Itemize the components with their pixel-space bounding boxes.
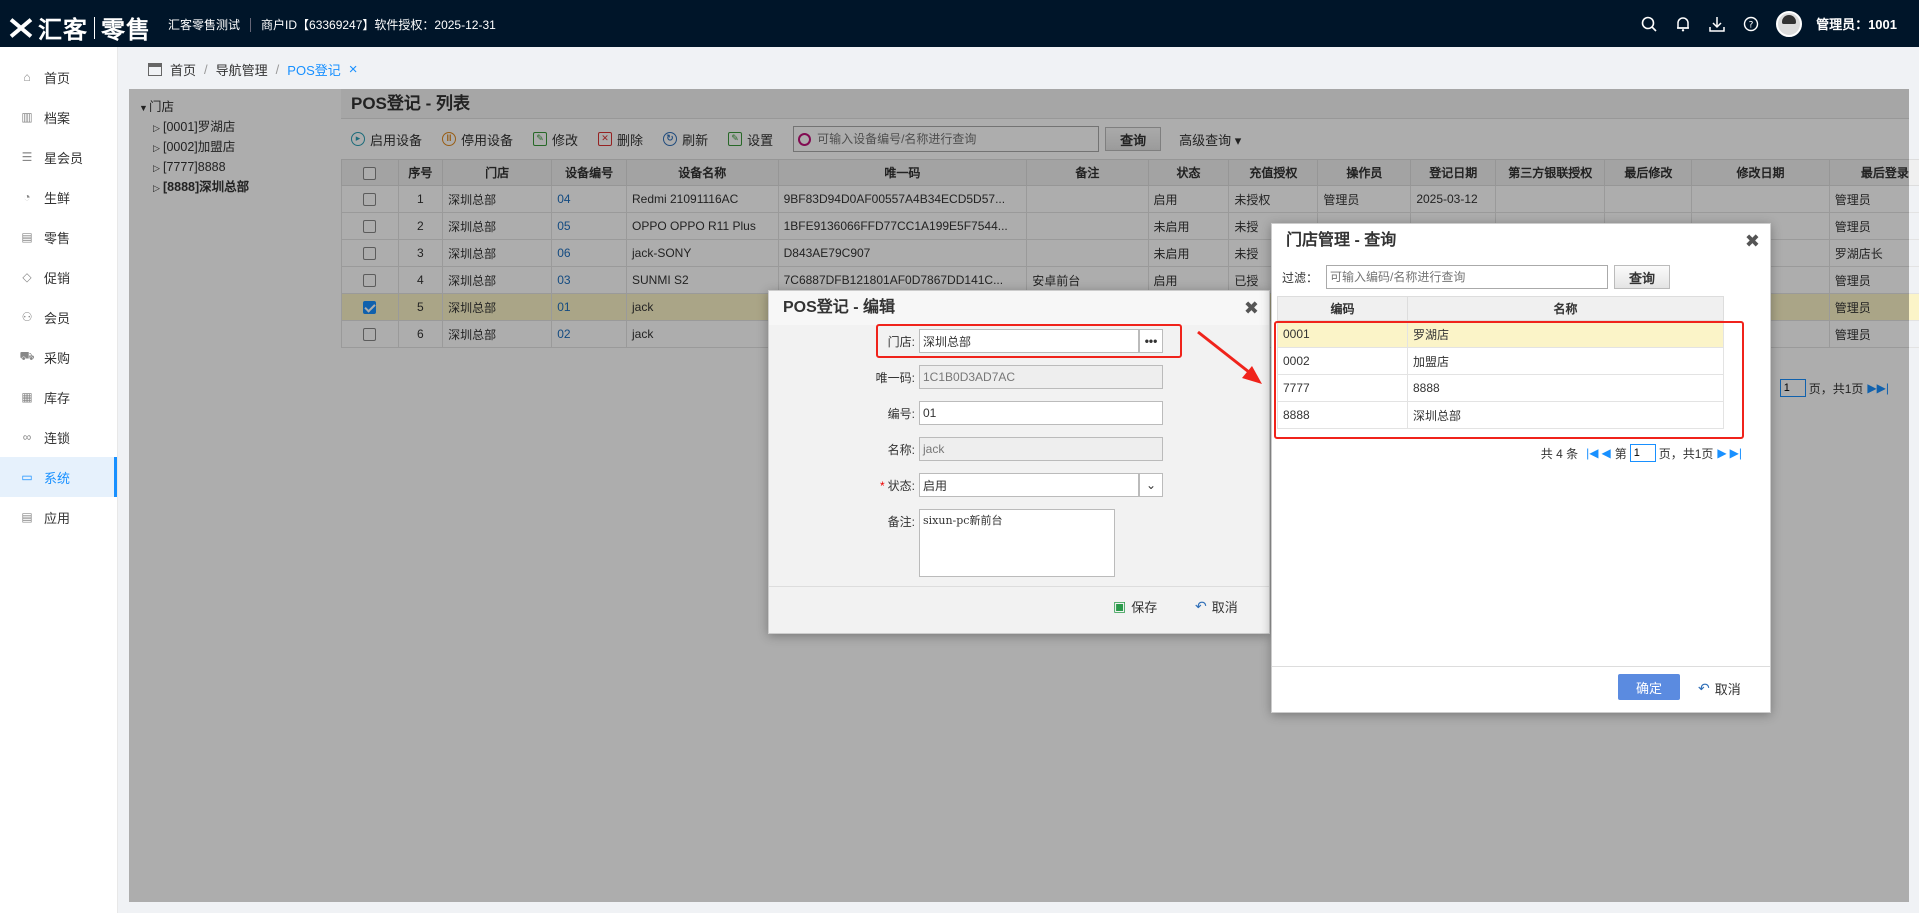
prev-page-icon[interactable]: ◀: [1601, 446, 1610, 460]
cancel-button[interactable]: ↶ 取消: [1195, 597, 1238, 616]
sidebar-item-9[interactable]: ∞ 连锁: [0, 417, 117, 457]
breadcrumb: 首页 / 导航管理 / POS登记 ×: [118, 47, 1919, 91]
sidebar-item-label: 会员: [44, 310, 71, 326]
query-page-input[interactable]: [1629, 444, 1656, 462]
undo-icon: ↶: [1195, 598, 1207, 614]
sidebar-item-label: 系统: [44, 470, 71, 486]
breadcrumb-home[interactable]: 首页: [170, 60, 196, 79]
svg-text:?: ?: [1749, 20, 1754, 30]
archive-icon: ▥: [21, 110, 33, 124]
sidebar-item-label: 生鲜: [44, 190, 71, 206]
sidebar-item-7[interactable]: ⛟ 采购: [0, 337, 117, 377]
sidebar-item-3[interactable]: ◔ 生鲜: [0, 177, 117, 217]
store-name: 汇客零售测试: [168, 18, 241, 32]
fresh-icon: ◔: [23, 190, 31, 204]
help-icon[interactable]: ?: [1741, 14, 1761, 34]
filter-input[interactable]: [1326, 265, 1608, 289]
search-icon[interactable]: [1639, 14, 1659, 34]
remark-textarea[interactable]: sixun-pc新前台: [919, 509, 1115, 577]
sidebar-item-1[interactable]: ▥ 档案: [0, 97, 117, 137]
logo: 汇客 零售: [8, 10, 151, 45]
remark-label: 备注:: [887, 515, 915, 529]
logo-mark-icon: [8, 17, 34, 39]
status-select[interactable]: 启用: [919, 473, 1139, 497]
sidebar-item-2[interactable]: ☰ 星会员: [0, 137, 117, 177]
status-label: 状态:: [887, 478, 915, 493]
cart-icon: ⛟: [19, 349, 35, 363]
sidebar-item-label: 采购: [44, 350, 71, 366]
sidebar-item-8[interactable]: ▦ 库存: [0, 377, 117, 417]
sidebar-item-label: 库存: [44, 390, 71, 406]
required-mark: *: [879, 478, 885, 493]
code-field[interactable]: 01: [919, 401, 1163, 425]
sidebar-item-0[interactable]: ⌂ 首页: [0, 57, 117, 97]
merchant-info: 汇客零售测试 商户ID【63369247】软件授权：2025-12-31: [168, 16, 496, 33]
store-field-highlight: [876, 324, 1182, 358]
name-field: jack: [919, 437, 1163, 461]
sidebar-item-6[interactable]: ⚇ 会员: [0, 297, 117, 337]
sidebar: ⌂ 首页 ▥ 档案 ☰ 星会员 ◔ 生鲜 ▤ 零售 ◇ 促销 ⚇ 会员 ⛟ 采购 ▦ 库存 ∞ 连锁 ▭ 系统 ▤ 应用: [0, 47, 118, 913]
chevron-down-icon[interactable]: ⌄: [1139, 473, 1163, 497]
monitor-icon: ▭: [21, 470, 33, 484]
confirm-button[interactable]: 确定: [1618, 674, 1680, 700]
query-dialog-title: 门店管理 - 查询 ✖: [1272, 224, 1770, 258]
sidebar-item-label: 连锁: [44, 430, 71, 446]
save-button[interactable]: ▣ 保存: [1113, 597, 1157, 616]
query-cancel-button[interactable]: ↶ 取消: [1698, 679, 1741, 698]
sidebar-item-label: 零售: [44, 230, 71, 246]
home-icon[interactable]: [148, 62, 162, 76]
query-pager: 共 4 条 |◀ ◀ 第 页，共1页 ▶ ▶|: [1541, 444, 1742, 462]
uid-label: 唯一码:: [875, 370, 915, 385]
close-icon[interactable]: ✖: [1244, 291, 1259, 325]
top-icons: ? 管理员：1001: [1632, 0, 1919, 47]
save-icon: ▣: [1113, 598, 1127, 614]
edit-dialog-title: POS登记 - 编辑 ✖: [769, 291, 1269, 325]
top-bar: 汇客 零售 汇客零售测试 商户ID【63369247】软件授权：2025-12-…: [0, 0, 1919, 47]
avatar[interactable]: [1776, 10, 1803, 37]
next-page-icon[interactable]: ▶: [1717, 446, 1726, 460]
name-label: 名称:: [887, 442, 915, 457]
store-query-dialog: 门店管理 - 查询✖ 过滤： 查询 编码名称0001罗湖店0002加盟店7777…: [1271, 223, 1771, 713]
breadcrumb-nav[interactable]: 导航管理: [216, 60, 268, 79]
filter-label: 过滤：: [1282, 270, 1319, 285]
home-icon: ⌂: [23, 70, 31, 84]
filter-query-button[interactable]: 查询: [1614, 265, 1671, 289]
star-member-icon: ☰: [21, 150, 33, 164]
sidebar-item-label: 星会员: [44, 150, 84, 166]
code-label: 编号:: [887, 406, 915, 421]
warehouse-icon: ▦: [21, 390, 33, 404]
sidebar-item-label: 首页: [44, 70, 71, 86]
close-tab-icon[interactable]: ×: [349, 61, 358, 78]
admin-label[interactable]: 管理员：1001: [1816, 14, 1897, 33]
last-page-icon[interactable]: ▶|: [1730, 446, 1742, 460]
member-icon: ⚇: [21, 310, 33, 324]
first-page-icon[interactable]: |◀: [1586, 446, 1598, 460]
logo-sub: 零售: [101, 17, 151, 44]
retail-icon: ▤: [21, 230, 33, 244]
column-header[interactable]: 名称: [1407, 296, 1724, 321]
merchant-id: 商户ID【63369247】软件授权：2025-12-31: [261, 18, 496, 32]
red-arrow-icon: [1197, 330, 1262, 384]
sidebar-item-10[interactable]: ▭ 系统: [0, 457, 117, 497]
logo-text: 汇客: [38, 17, 88, 44]
sidebar-item-4[interactable]: ▤ 零售: [0, 217, 117, 257]
table-header: 编码 名称: [1277, 296, 1724, 321]
app-icon: ▤: [21, 510, 33, 524]
column-header[interactable]: 编码: [1277, 296, 1408, 321]
sidebar-item-label: 应用: [44, 510, 71, 526]
sidebar-item-label: 档案: [44, 110, 71, 126]
chain-icon: ∞: [22, 430, 32, 444]
uid-field: 1C1B0D3AD7AC: [919, 365, 1163, 389]
tag-icon: ◇: [22, 270, 32, 284]
sidebar-item-11[interactable]: ▤ 应用: [0, 497, 117, 537]
sidebar-item-5[interactable]: ◇ 促销: [0, 257, 117, 297]
results-highlight: [1274, 321, 1744, 439]
undo-icon: ↶: [1698, 680, 1710, 696]
close-icon[interactable]: ✖: [1745, 224, 1760, 258]
download-icon[interactable]: [1707, 14, 1727, 34]
bell-icon[interactable]: [1673, 14, 1693, 34]
sidebar-item-label: 促销: [44, 270, 71, 286]
breadcrumb-current-tab[interactable]: POS登记: [287, 60, 340, 79]
